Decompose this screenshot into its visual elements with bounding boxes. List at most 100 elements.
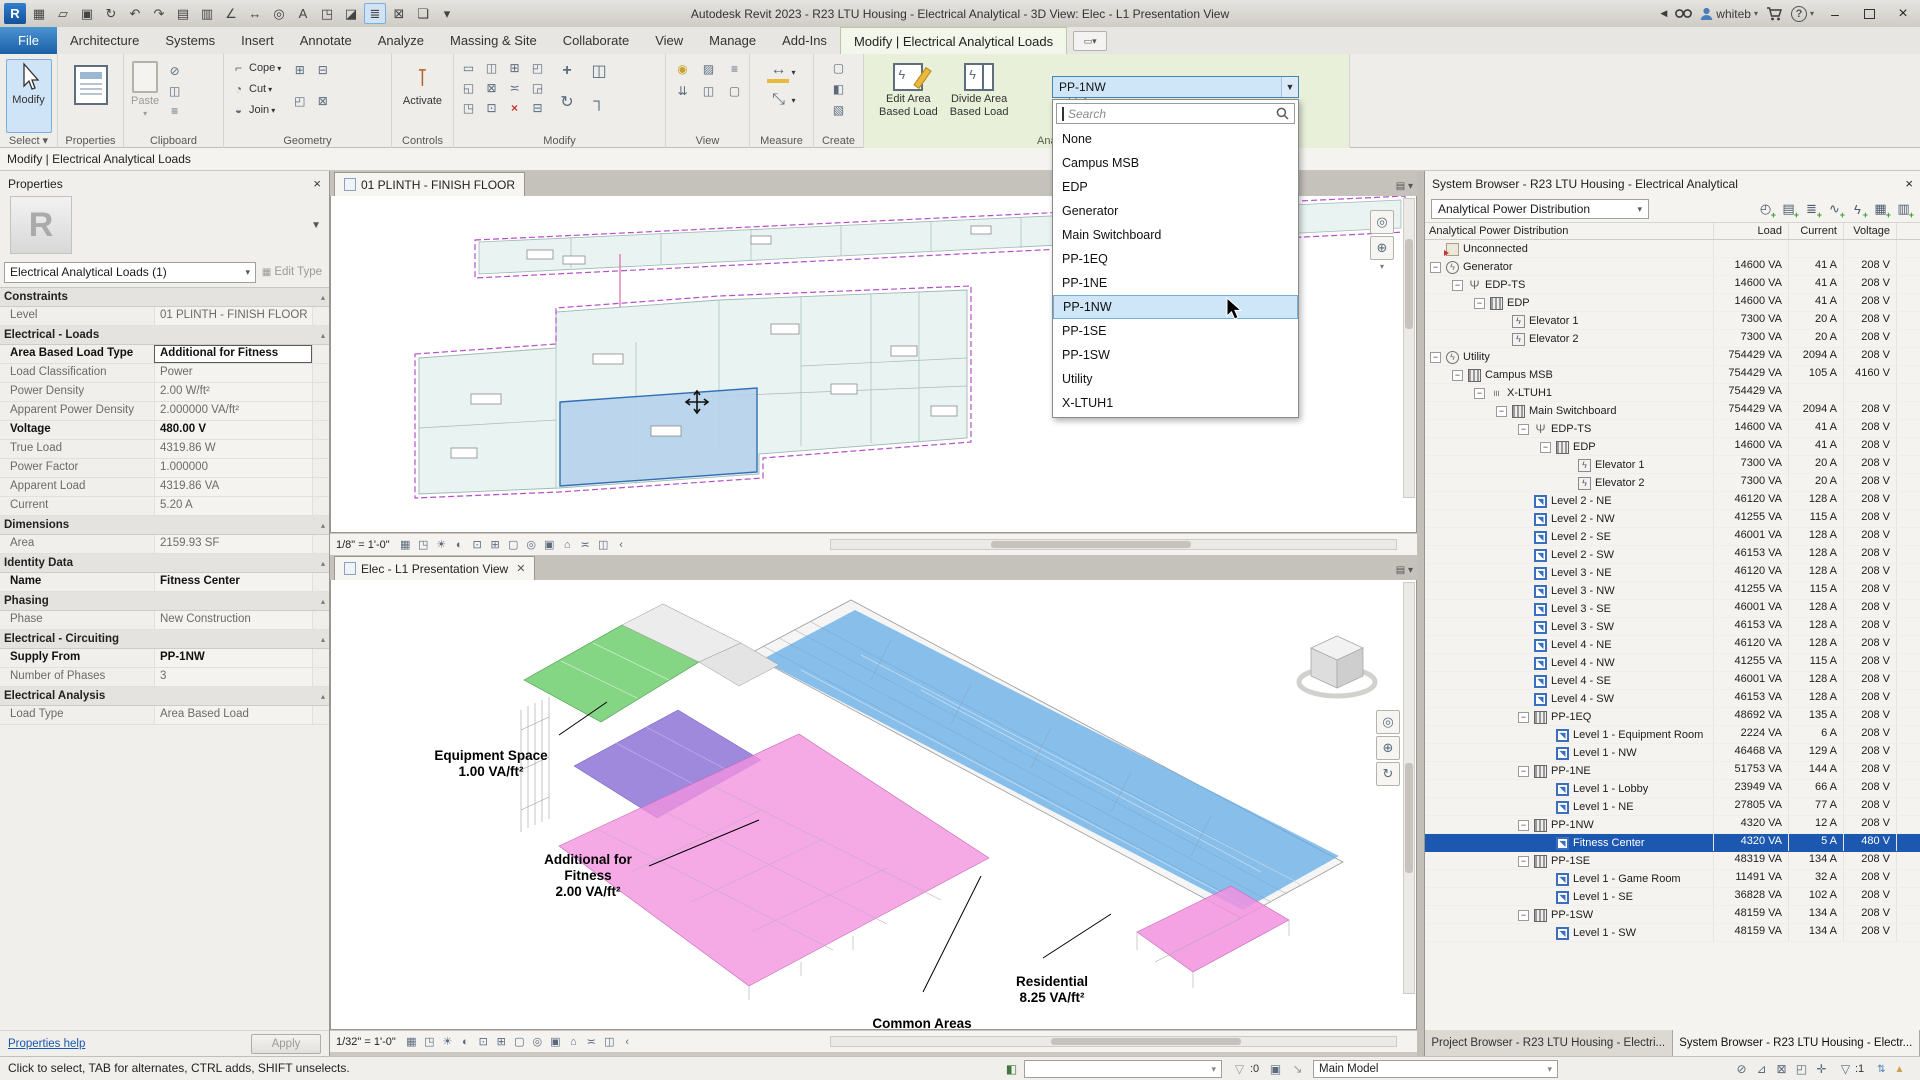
tree-row-level-1-equipment-room[interactable]: ◥Level 1 - Equipment Room2224 VA6 A208 V	[1425, 726, 1920, 744]
shadows-icon[interactable]: ◐	[451, 537, 468, 553]
tree-row-pp-1nw[interactable]: −PP-1NW4320 VA12 A208 V	[1425, 816, 1920, 834]
tree-row-level-4-nw[interactable]: ◥Level 4 - NW41255 VA115 A208 V	[1425, 654, 1920, 672]
print-icon[interactable]: ▤	[172, 3, 194, 24]
select-by-face-toggle-icon[interactable]: ◰	[1792, 1060, 1811, 1078]
measure-between-icon[interactable]: ↔	[767, 61, 789, 83]
worksharing-display-icon[interactable]: ◫	[595, 537, 612, 553]
tree-row-level-1-se[interactable]: ◥Level 1 - SE36828 VA102 A208 V	[1425, 888, 1920, 906]
minimize-button[interactable]: –	[1822, 3, 1848, 25]
search-icon[interactable]	[1675, 7, 1692, 20]
steering-wheel-icon[interactable]: ◎	[1376, 710, 1400, 734]
worksets-dialog-icon[interactable]: ▣	[1266, 1060, 1285, 1078]
undo-icon[interactable]: ↶	[124, 3, 146, 24]
drag-on-selection-toggle-icon[interactable]: ✛	[1812, 1060, 1831, 1078]
ghost-surfaces-icon[interactable]: ▢	[726, 83, 743, 99]
collapse-group-icon[interactable]: ▴	[321, 559, 325, 568]
linework-icon[interactable]: ≡	[726, 61, 743, 77]
collapse-toggle-icon[interactable]: −	[1474, 298, 1485, 309]
dropdown-item-campus-msb[interactable]: Campus MSB	[1053, 151, 1298, 175]
redo-icon[interactable]: ↷	[148, 3, 170, 24]
design-options-icon[interactable]: ◧	[1002, 1060, 1021, 1078]
tree-row-level-1-nw[interactable]: ◥Level 1 - NW46468 VA129 A208 V	[1425, 744, 1920, 762]
select-panel-label[interactable]: Select ▾	[0, 134, 57, 147]
tree-row-edp-ts[interactable]: −ΨEDP-TS14600 VA41 A208 V	[1425, 420, 1920, 438]
create-group-icon[interactable]: ▢	[830, 60, 847, 76]
analytical-model-icon[interactable]: ⌂	[559, 537, 576, 553]
zoom-icon[interactable]: ⊕	[1370, 236, 1394, 260]
background-processes-icon[interactable]: ⇅	[1872, 1060, 1891, 1078]
mirror-pick-icon[interactable]: ⊠	[483, 80, 500, 96]
divide-area-based-load-button[interactable]: Divide AreaBased Load	[947, 61, 1012, 121]
ribbon-tab-manage[interactable]: Manage	[696, 27, 769, 54]
steering-wheel-icon[interactable]: ◎	[1370, 210, 1394, 234]
editable-only-icon[interactable]: ↘	[1288, 1060, 1307, 1078]
demolish-icon[interactable]: ⊠	[314, 93, 331, 109]
copy-to-clipboard-icon[interactable]: ◫	[166, 83, 183, 99]
tree-row-pp-1ne[interactable]: −PP-1NE51753 VA144 A208 V	[1425, 762, 1920, 780]
collapse-toggle-icon[interactable]: −	[1518, 856, 1529, 867]
corner-trim-icon[interactable]: ┐	[588, 91, 610, 113]
tree-row-pp-1sw[interactable]: −PP-1SW48159 VA134 A208 V	[1425, 906, 1920, 924]
collapse-toggle-icon[interactable]: −	[1474, 388, 1485, 399]
expand-view-bar-icon[interactable]: ‹	[619, 1034, 636, 1050]
select-pinned-toggle-icon[interactable]: ⊠	[1772, 1060, 1791, 1078]
tree-row-pp-1se[interactable]: −PP-1SE48319 VA134 A208 V	[1425, 852, 1920, 870]
analytical-model-icon[interactable]: ⌂	[565, 1034, 582, 1050]
collapse-toggle-icon[interactable]: −	[1518, 910, 1529, 921]
design-option-dropdown[interactable]: ▾	[1024, 1060, 1222, 1078]
dropdown-item-x-ltuh1[interactable]: X-LTUH1	[1053, 391, 1298, 415]
3d-vertical-scrollbar[interactable]	[1403, 582, 1415, 994]
property-value[interactable]: 2159.93 SF	[154, 535, 312, 553]
tree-row-level-3-nw[interactable]: ◥Level 3 - NW41255 VA115 A208 V	[1425, 582, 1920, 600]
crop-view-icon[interactable]: ⊡	[469, 537, 486, 553]
power-icon[interactable]: ϟ	[1847, 199, 1868, 219]
tree-row-fitness-center[interactable]: ◥Fitness Center4320 VA5 A480 V	[1425, 834, 1920, 852]
app-store-cart-icon[interactable]	[1766, 7, 1783, 21]
collapse-toggle-icon[interactable]: −	[1518, 820, 1529, 831]
default-3d-view-icon[interactable]: ◳	[316, 3, 338, 24]
tree-row-elevator-1[interactable]: ϟElevator 17300 VA20 A208 V	[1425, 456, 1920, 474]
beam-wall-join-icon[interactable]: ⊞	[291, 62, 308, 78]
unpin-icon[interactable]: ◰	[529, 60, 546, 76]
plan-vertical-scrollbar[interactable]	[1403, 198, 1415, 498]
dropdown-item-pp-1nw[interactable]: PP-1NW	[1053, 295, 1298, 319]
modify-tool-button[interactable]: Modify	[6, 59, 52, 133]
split-gap-icon[interactable]: ⊟	[529, 100, 546, 116]
cope-button[interactable]: ⌐Cope▾	[230, 60, 281, 76]
search-input[interactable]: Search	[1056, 103, 1295, 124]
property-value[interactable]: Fitness Center	[154, 573, 312, 591]
select-underlay-toggle-icon[interactable]: ⊿	[1752, 1060, 1771, 1078]
type-selector[interactable]: Electrical Analytical Loads (1) ▾	[4, 262, 256, 283]
properties-button[interactable]	[58, 63, 123, 107]
collapse-group-icon[interactable]: ▴	[321, 597, 325, 606]
3d-scale[interactable]: 1/32" = 1'-0"	[336, 1036, 396, 1048]
cut-geometry-button[interactable]: ◔Cut▾	[230, 81, 281, 97]
reveal-constraints-icon[interactable]: ≍	[583, 1034, 600, 1050]
property-group-header[interactable]: Electrical - Loads▴	[0, 326, 329, 345]
column-load[interactable]: Load	[1713, 223, 1788, 239]
restore-icon[interactable]: ◴	[1755, 199, 1776, 219]
export-pdf-icon[interactable]: ▥	[196, 3, 218, 24]
tree-row-level-3-sw[interactable]: ◥Level 3 - SW46153 VA128 A208 V	[1425, 618, 1920, 636]
panel-splitter[interactable]	[1417, 171, 1424, 1056]
split-icon[interactable]: ≍	[506, 80, 523, 96]
column-tree[interactable]: Analytical Power Distribution	[1425, 223, 1713, 239]
collapse-group-icon[interactable]: ▴	[321, 293, 325, 302]
help-menu[interactable]: ?▾	[1791, 6, 1814, 22]
property-group-header[interactable]: Electrical - Circuiting▴	[0, 630, 329, 649]
ribbon-tab-analyze[interactable]: Analyze	[365, 27, 437, 54]
temporary-hide-isolate-icon[interactable]: ▢	[511, 1034, 528, 1050]
tree-row-main-switchboard[interactable]: −Main Switchboard754429 VA2094 A208 V	[1425, 402, 1920, 420]
property-value[interactable]: 1.000000	[154, 459, 312, 477]
system-browser-close-icon[interactable]: ×	[1905, 176, 1913, 191]
dropdown-item-pp-1se[interactable]: PP-1SE	[1053, 319, 1298, 343]
shadows-icon[interactable]: ◐	[457, 1034, 474, 1050]
match-type-icon[interactable]: ≡	[166, 103, 183, 119]
cut-to-clipboard-icon[interactable]: ⊘	[166, 63, 183, 79]
collapse-all-icon[interactable]: ≣	[1801, 199, 1822, 219]
tree-row-level-2-ne[interactable]: ◥Level 2 - NE46120 VA128 A208 V	[1425, 492, 1920, 510]
user-name[interactable]: whiteb	[1716, 7, 1751, 21]
measure-along-icon[interactable]: ⤡	[767, 89, 789, 111]
tree-row-level-1-lobby[interactable]: ◥Level 1 - Lobby23949 VA66 A208 V	[1425, 780, 1920, 798]
properties-help-link[interactable]: Properties help	[8, 1038, 85, 1050]
